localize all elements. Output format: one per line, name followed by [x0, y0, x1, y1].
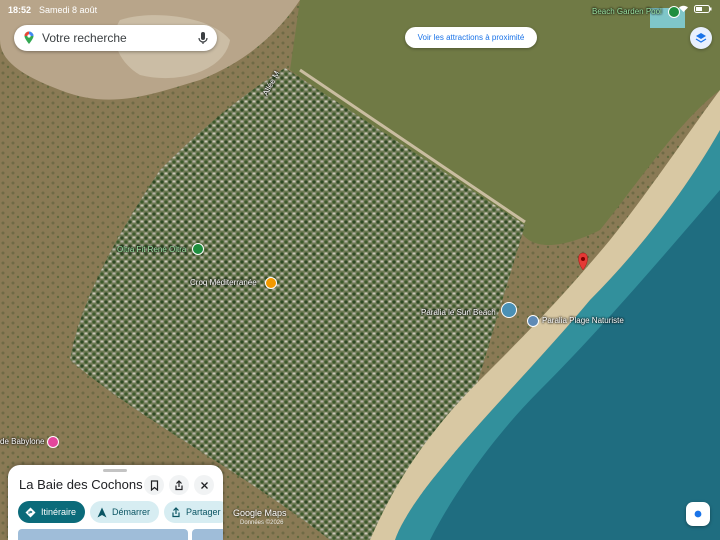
label-oltra-fit[interactable]: Oltra Fit René Oltra: [117, 245, 186, 254]
battery-icon: [694, 5, 712, 15]
search-input[interactable]: Votre recherche: [42, 31, 197, 45]
satellite-map[interactable]: [0, 0, 720, 540]
layers-icon: [695, 33, 707, 43]
label-croq[interactable]: Croq Méditerranée: [190, 278, 257, 287]
label-paralia-plage[interactable]: Paralia Plage Naturiste: [542, 316, 624, 325]
share-icon: [172, 506, 180, 517]
bookmark-icon: [150, 479, 158, 491]
close-button[interactable]: [194, 475, 214, 495]
panel-drag-handle[interactable]: [103, 469, 127, 472]
directions-label: Itinéraire: [41, 507, 77, 517]
label-babylone[interactable]: de Babylone: [0, 437, 44, 446]
maps-logo-icon: [24, 31, 34, 44]
share-action-button[interactable]: Partager: [164, 501, 223, 523]
poi-pool-icon[interactable]: [668, 6, 680, 18]
status-time: 18:52: [8, 5, 32, 15]
microphone-icon[interactable]: [197, 31, 209, 45]
share-button[interactable]: [169, 475, 189, 495]
navigation-arrow-icon: [97, 507, 107, 517]
poi-beach-photo-icon[interactable]: [501, 302, 517, 318]
location-dot-icon: [693, 509, 703, 519]
photo-thumbnail[interactable]: [192, 529, 223, 540]
close-icon: [200, 481, 208, 489]
poi-fitness-icon[interactable]: [192, 243, 204, 255]
poi-nightlife-icon[interactable]: [47, 436, 59, 448]
photo-thumbnail[interactable]: [18, 529, 188, 540]
place-panel[interactable]: La Baie des Cochons Itinéraire Démarrer …: [8, 465, 223, 540]
save-button[interactable]: [144, 475, 164, 495]
layers-button[interactable]: [690, 27, 712, 49]
search-bar[interactable]: Votre recherche: [14, 25, 217, 51]
poi-beach-icon[interactable]: [527, 315, 539, 327]
my-location-button[interactable]: [686, 502, 710, 526]
directions-icon: [25, 507, 36, 517]
google-maps-logo: Google Maps: [233, 508, 287, 518]
directions-button[interactable]: Itinéraire: [18, 501, 86, 523]
start-button[interactable]: Démarrer: [90, 501, 160, 523]
status-date: Samedi 8 août: [39, 5, 98, 15]
nearby-attractions-chip[interactable]: Voir les attractions à proximité: [405, 27, 537, 48]
share-action-label: Partager: [186, 507, 221, 517]
start-label: Démarrer: [112, 507, 151, 517]
label-paralia-sun[interactable]: Paralia le Sun Beach: [421, 308, 496, 317]
label-beach-garden[interactable]: Beach Garden Pool: [592, 7, 662, 16]
map-copyright: Données ©2026: [240, 520, 284, 526]
share-icon: [175, 479, 183, 490]
action-row: Itinéraire Démarrer Partager: [18, 501, 223, 523]
place-title: La Baie des Cochons: [19, 477, 143, 492]
poi-restaurant-icon[interactable]: [265, 277, 277, 289]
